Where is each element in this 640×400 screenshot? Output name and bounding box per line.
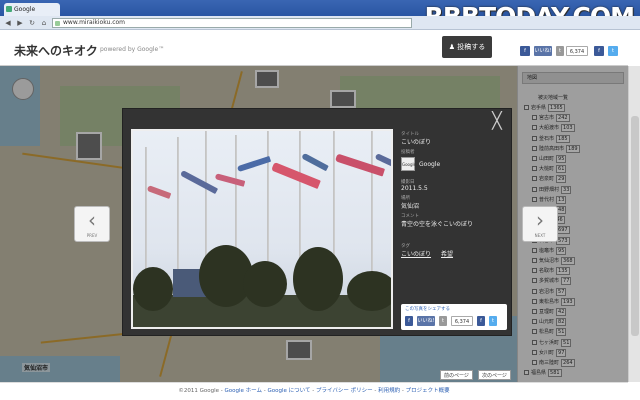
tweet-icon[interactable]: t bbox=[439, 316, 447, 326]
photo-info-panel: タイトル こいのぼり 投稿者 Google Google 撮影日 2011.5.… bbox=[401, 119, 507, 331]
next-page-button[interactable]: 次のページ bbox=[478, 370, 511, 380]
photo-title: こいのぼり bbox=[401, 139, 432, 146]
forward-icon[interactable]: ▶ bbox=[16, 19, 24, 27]
footer-link[interactable]: プライバシー ポリシー bbox=[316, 388, 373, 394]
photo-date: 2011.5.5 bbox=[401, 185, 428, 192]
share-count: 6,374 bbox=[566, 46, 588, 56]
site-header: 未来へのキオク powered by Google™ ♟ 投稿する f いいね!… bbox=[0, 30, 628, 66]
photo-place: 気仙沼 bbox=[401, 203, 420, 210]
chevron-left-icon: ‹ bbox=[88, 208, 96, 232]
next-photo-button[interactable]: › NEXT bbox=[522, 206, 558, 242]
tab-title: Google bbox=[14, 6, 36, 13]
url-field[interactable]: www.miraikioku.com bbox=[52, 18, 412, 28]
tab-bar: Google RBBTODAY.COM bbox=[0, 0, 640, 31]
facebook-icon[interactable]: f bbox=[594, 46, 604, 56]
prev-label: PREV bbox=[86, 233, 98, 238]
tag-link[interactable]: 希望 bbox=[441, 249, 453, 258]
facebook-icon[interactable]: f bbox=[405, 316, 413, 326]
facebook-icon[interactable]: f bbox=[477, 316, 485, 326]
prev-page-button[interactable]: 前のページ bbox=[440, 370, 473, 380]
home-icon[interactable]: ⌂ bbox=[40, 19, 48, 27]
koinobori-photo bbox=[131, 129, 393, 329]
copyright: ©2011 Google bbox=[178, 388, 220, 394]
share-label: この写真をシェアする bbox=[405, 307, 450, 312]
scroll-thumb[interactable] bbox=[631, 116, 639, 336]
address-bar-row: ◀ ▶ ↻ ⌂ www.miraikioku.com bbox=[0, 16, 640, 30]
share-box: この写真をシェアする f いいね! t 6,374 f t bbox=[401, 304, 507, 330]
photo-comment: 青空の空を泳ぐこいのぼり bbox=[401, 221, 474, 228]
footer-link[interactable]: 利用規約 bbox=[378, 388, 400, 394]
footer-link[interactable]: Google ホーム bbox=[225, 388, 262, 394]
prev-photo-button[interactable]: ‹ PREV bbox=[74, 206, 110, 242]
facebook-small-icon[interactable]: f bbox=[520, 46, 530, 56]
browser-window: Google RBBTODAY.COM ◀ ▶ ↻ ⌂ www.miraikio… bbox=[0, 0, 640, 400]
tag-link[interactable]: こいのぼり bbox=[401, 249, 431, 258]
footer-link[interactable]: Google について bbox=[267, 388, 310, 394]
favicon-icon bbox=[6, 6, 12, 12]
like-button[interactable]: いいね! bbox=[534, 46, 552, 56]
page-scrollbar[interactable] bbox=[628, 66, 640, 382]
author-name[interactable]: Google bbox=[419, 161, 440, 168]
user-icon: ♟ bbox=[448, 43, 458, 51]
reload-icon[interactable]: ↻ bbox=[28, 19, 36, 27]
footer-link[interactable]: プロジェクト概要 bbox=[406, 388, 450, 394]
post-button[interactable]: ♟ 投稿する bbox=[442, 36, 492, 58]
author-avatar[interactable]: Google bbox=[401, 157, 416, 171]
browser-tab[interactable]: Google bbox=[4, 3, 60, 16]
share-count: 6,374 bbox=[451, 316, 473, 326]
like-button[interactable]: いいね! bbox=[417, 316, 435, 326]
tweet-icon[interactable]: t bbox=[556, 46, 564, 56]
page-footer: ©2011 Google - Google ホーム - Google について … bbox=[0, 382, 628, 400]
photo-modal: ╳ タイトル こいのぼり 投稿者 Google Google 撮影日 2011.… bbox=[122, 108, 512, 336]
next-label: NEXT bbox=[534, 233, 546, 238]
author-label: 投稿者 bbox=[401, 150, 415, 155]
site-logo[interactable]: 未来へのキオク bbox=[14, 42, 98, 59]
post-button-label: 投稿する bbox=[457, 43, 486, 51]
back-icon[interactable]: ◀ bbox=[4, 19, 12, 27]
twitter-icon[interactable]: t bbox=[489, 316, 497, 326]
logo-subtitle: powered by Google™ bbox=[100, 46, 165, 53]
chevron-right-icon: › bbox=[536, 208, 544, 232]
twitter-icon[interactable]: t bbox=[608, 46, 618, 56]
